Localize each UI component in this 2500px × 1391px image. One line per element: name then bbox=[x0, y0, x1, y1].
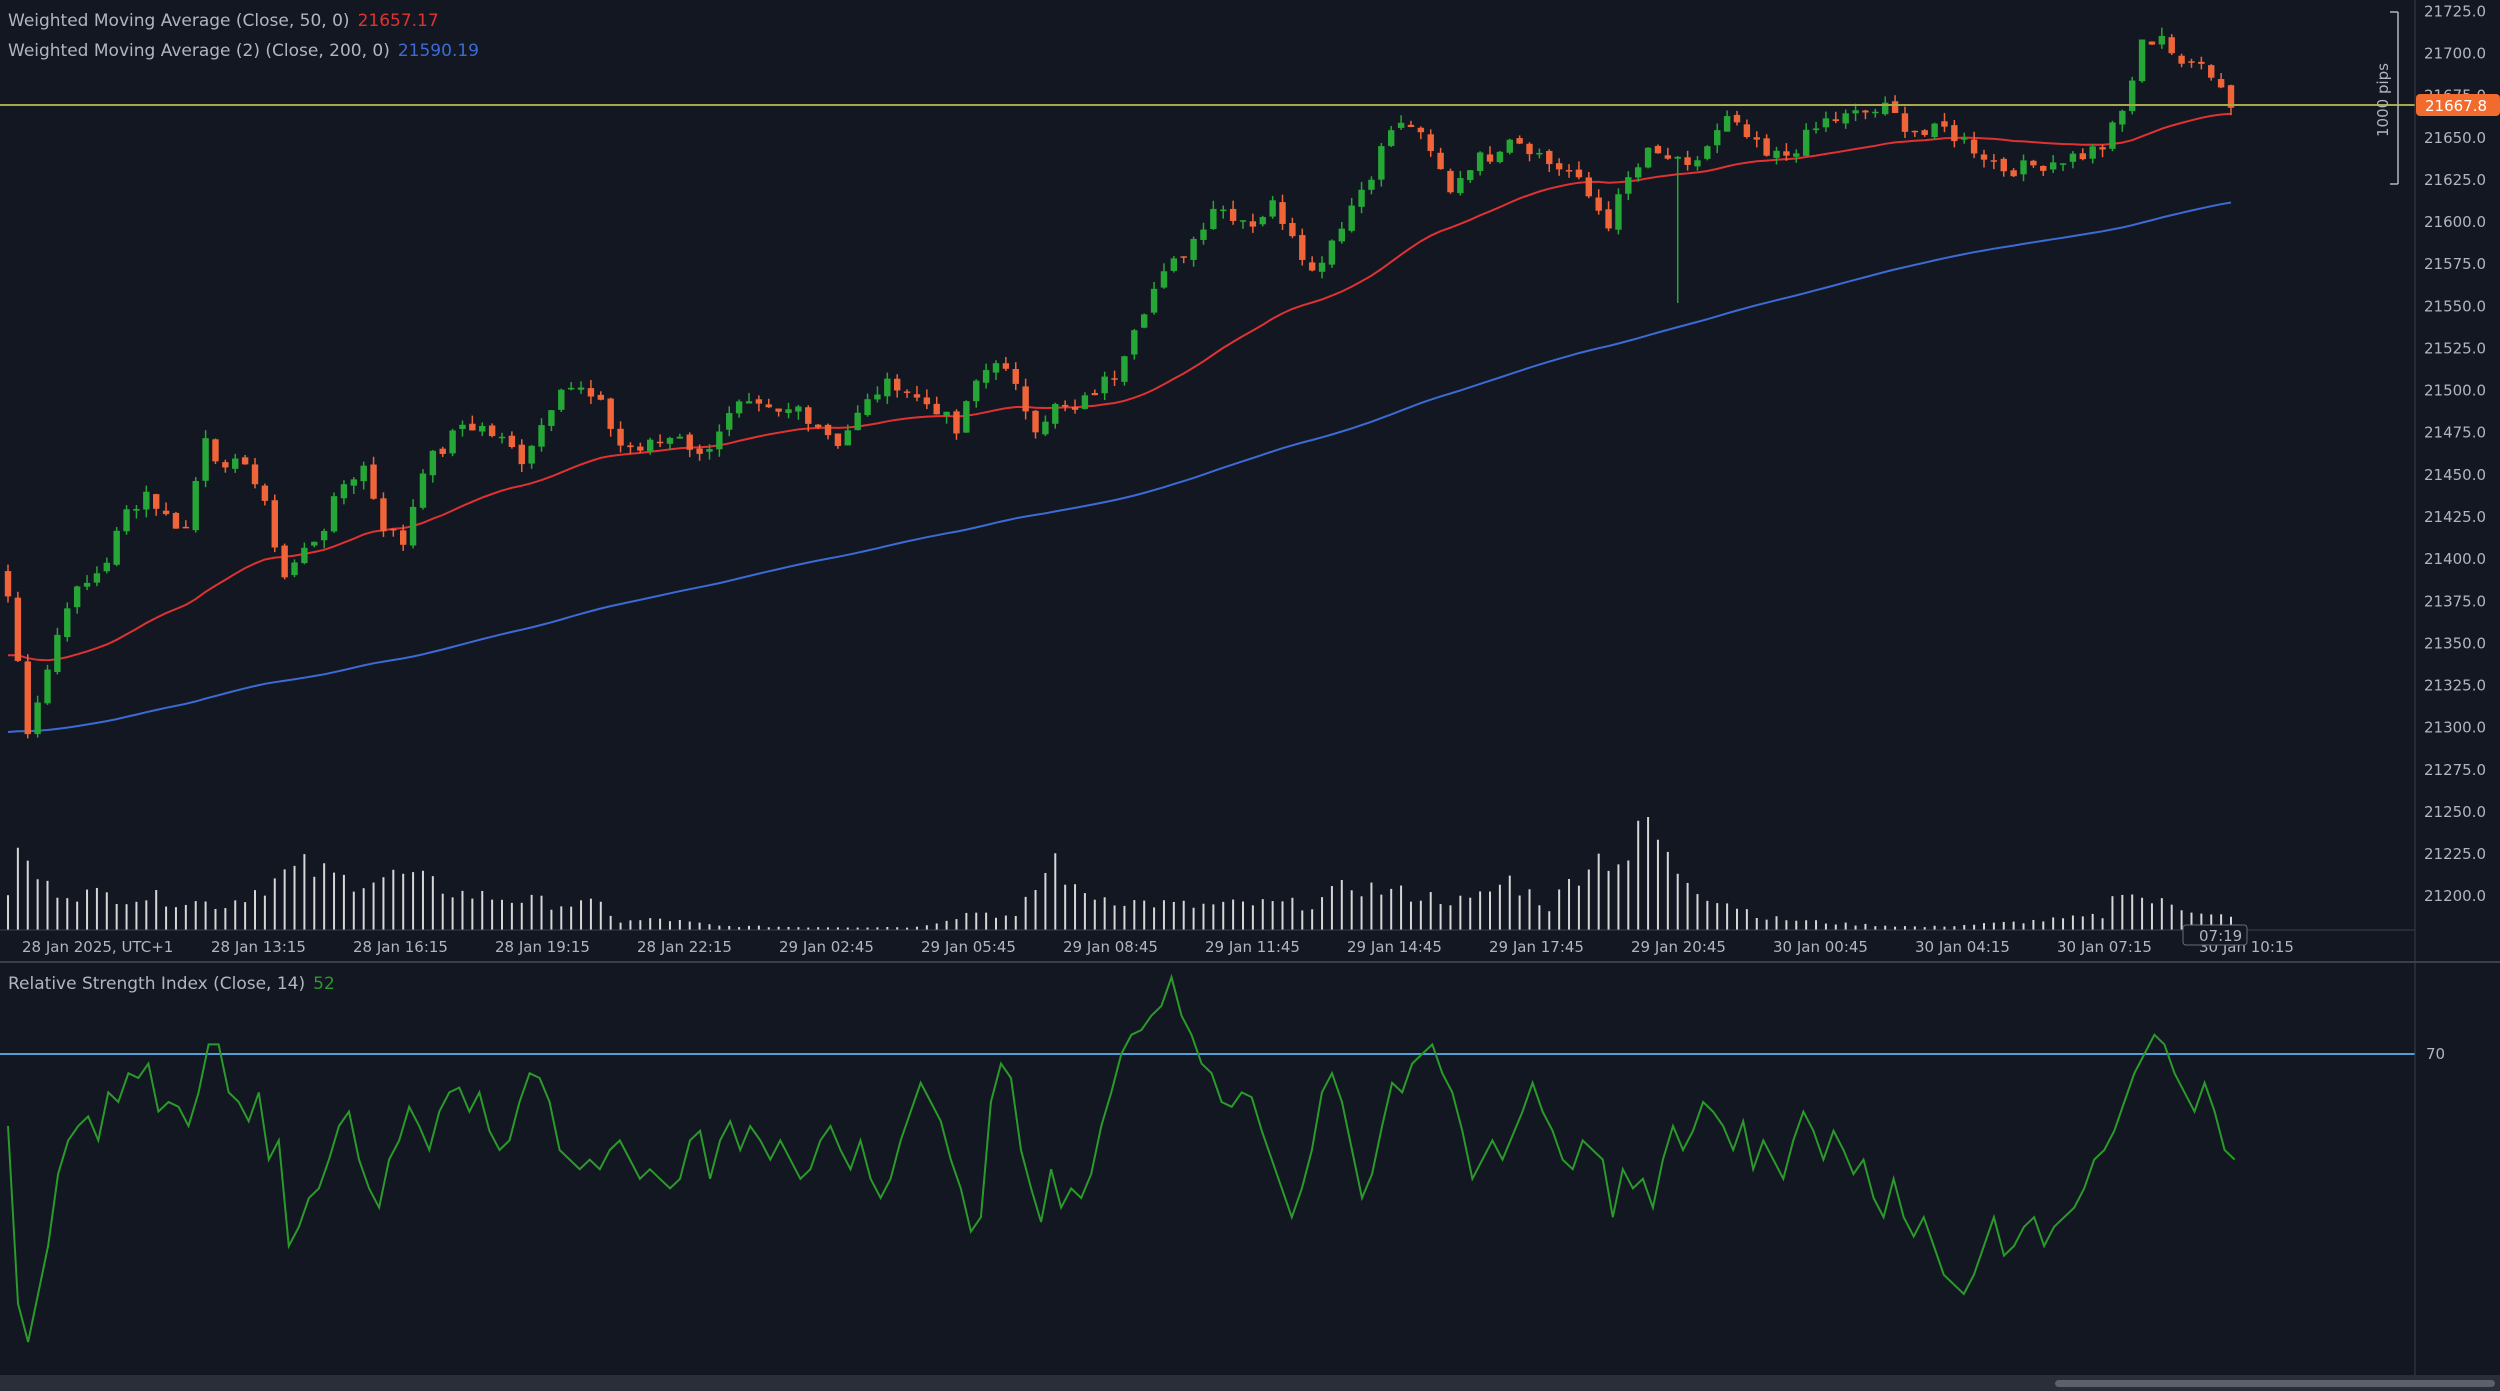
candle[interactable] bbox=[2168, 34, 2175, 55]
price-tick-label: 21325.0 bbox=[2424, 677, 2486, 695]
time-tick-label: 28 Jan 22:15 bbox=[637, 938, 732, 956]
candle[interactable] bbox=[2129, 76, 2136, 115]
legend-rsi[interactable]: Relative Strength Index (Close, 14) 52 bbox=[8, 974, 335, 994]
candle[interactable] bbox=[1447, 168, 1454, 194]
price-tick-label: 21475.0 bbox=[2424, 424, 2486, 442]
time-tick-label: 29 Jan 11:45 bbox=[1205, 938, 1300, 956]
legend-wma50[interactable]: Weighted Moving Average (Close, 50, 0) 21… bbox=[8, 11, 439, 31]
time-tag-value: 07:19 bbox=[2199, 927, 2242, 945]
candle[interactable] bbox=[330, 492, 338, 533]
price-tick-label: 21550.0 bbox=[2424, 297, 2486, 315]
candle[interactable] bbox=[172, 511, 180, 529]
candle[interactable] bbox=[963, 400, 970, 433]
legend-rsi-label: Relative Strength Index (Close, 14) bbox=[8, 974, 306, 994]
candle[interactable] bbox=[123, 505, 130, 535]
candle[interactable] bbox=[1328, 239, 1336, 268]
candle[interactable] bbox=[1506, 138, 1513, 155]
legend-wma200[interactable]: Weighted Moving Average (2) (Close, 200,… bbox=[8, 41, 479, 61]
price-tick-label: 21500.0 bbox=[2424, 382, 2486, 400]
price-tick-label: 21625.0 bbox=[2424, 171, 2486, 189]
candle[interactable] bbox=[1121, 355, 1128, 386]
legend-wma200-label: Weighted Moving Average (2) (Close, 200,… bbox=[8, 41, 390, 61]
candle[interactable] bbox=[2138, 39, 2146, 83]
legend-wma200-value: 21590.19 bbox=[397, 41, 479, 61]
price-tick-label: 21600.0 bbox=[2424, 213, 2486, 231]
time-tick-label: 30 Jan 00:45 bbox=[1773, 938, 1868, 956]
price-tick-label: 21400.0 bbox=[2424, 550, 2486, 568]
candle[interactable] bbox=[558, 388, 565, 413]
time-tag: 07:19 bbox=[2182, 924, 2248, 946]
time-tick-label: 29 Jan 20:45 bbox=[1631, 938, 1726, 956]
candle[interactable] bbox=[192, 477, 199, 533]
candle[interactable] bbox=[1141, 313, 1148, 329]
price-tick-label: 21575.0 bbox=[2424, 255, 2486, 273]
legend-rsi-value: 52 bbox=[313, 974, 335, 994]
time-tick-label: 29 Jan 14:45 bbox=[1347, 938, 1442, 956]
time-tick-label: 30 Jan 04:15 bbox=[1915, 938, 2010, 956]
candle[interactable] bbox=[1170, 255, 1178, 273]
candle[interactable] bbox=[113, 527, 120, 567]
price-tick-label: 21525.0 bbox=[2424, 339, 2486, 357]
candle[interactable] bbox=[24, 654, 31, 739]
time-tick-label: 29 Jan 05:45 bbox=[921, 938, 1016, 956]
price-tick-label: 21725.0 bbox=[2424, 2, 2486, 20]
candle[interactable] bbox=[2109, 120, 2116, 152]
candle[interactable] bbox=[1931, 122, 1938, 140]
scrollbar-thumb[interactable] bbox=[2055, 1380, 2495, 1387]
time-tick-label: 29 Jan 08:45 bbox=[1063, 938, 1158, 956]
price-tick-label: 21225.0 bbox=[2424, 845, 2486, 863]
candle[interactable] bbox=[271, 494, 278, 553]
legend-wma50-label: Weighted Moving Average (Close, 50, 0) bbox=[8, 11, 350, 31]
price-tick-label: 21375.0 bbox=[2424, 592, 2486, 610]
price-tick-label: 21425.0 bbox=[2424, 508, 2486, 526]
measure-label: 1000 pips bbox=[2374, 63, 2392, 137]
price-tick-label: 21350.0 bbox=[2424, 634, 2486, 652]
candle[interactable] bbox=[449, 428, 456, 457]
candle[interactable] bbox=[1704, 145, 1711, 161]
candle[interactable] bbox=[14, 591, 22, 663]
price-tick-label: 21300.0 bbox=[2424, 719, 2486, 737]
price-tag-value: 21667.8 bbox=[2425, 97, 2487, 115]
time-tick-label: 28 Jan 16:15 bbox=[353, 938, 448, 956]
candle[interactable] bbox=[1644, 147, 1652, 169]
time-tick-label: 30 Jan 07:15 bbox=[2057, 938, 2152, 956]
price-tick-label: 21700.0 bbox=[2424, 45, 2486, 63]
price-tick-label: 21275.0 bbox=[2424, 761, 2486, 779]
price-tick-label: 21450.0 bbox=[2424, 466, 2486, 484]
legend-wma50-value: 21657.17 bbox=[357, 11, 439, 31]
candle[interactable] bbox=[380, 492, 387, 537]
time-tick-label: 28 Jan 13:15 bbox=[211, 938, 306, 956]
candle[interactable] bbox=[281, 543, 288, 580]
price-tag: 21667.8 bbox=[2416, 94, 2500, 116]
rsi-level-label: 70 bbox=[2426, 1045, 2445, 1063]
chart-background bbox=[0, 0, 2500, 1391]
candle[interactable] bbox=[419, 469, 427, 510]
time-tick-label: 29 Jan 17:45 bbox=[1489, 938, 1584, 956]
price-tick-label: 21250.0 bbox=[2424, 803, 2486, 821]
time-tick-label: 28 Jan 2025, UTC+1 bbox=[22, 938, 173, 956]
trading-chart[interactable]: 21725.021700.021675.021650.021625.021600… bbox=[0, 0, 2500, 1391]
candle[interactable] bbox=[202, 430, 209, 488]
time-tick-label: 28 Jan 19:15 bbox=[495, 938, 590, 956]
candle[interactable] bbox=[1615, 188, 1622, 235]
candle[interactable] bbox=[1496, 150, 1504, 164]
price-tick-label: 21200.0 bbox=[2424, 887, 2486, 905]
candle[interactable] bbox=[212, 438, 219, 465]
candle[interactable] bbox=[2148, 41, 2156, 45]
candle[interactable] bbox=[44, 664, 51, 705]
price-tick-label: 21650.0 bbox=[2424, 129, 2486, 147]
time-tick-label: 29 Jan 02:45 bbox=[779, 938, 874, 956]
